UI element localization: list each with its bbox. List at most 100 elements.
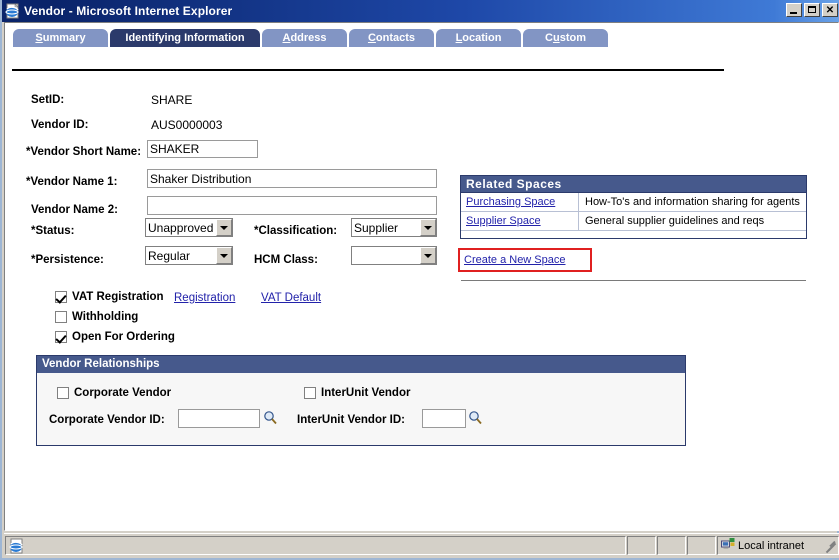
related-spaces-footer [461, 231, 806, 238]
vat-registration-label: VAT Registration [72, 291, 164, 303]
create-new-space-highlight: Create a New Space [458, 248, 592, 272]
status-bar: Local intranet [4, 533, 839, 558]
hcm-class-dropdown[interactable] [351, 246, 437, 265]
registration-link[interactable]: Registration [174, 292, 235, 304]
supplier-space-link[interactable]: Supplier Space [466, 215, 541, 227]
status-label: *Status: [31, 225, 75, 237]
tab-address-label: Address [282, 32, 327, 44]
vendor-name-2-input[interactable] [147, 196, 437, 215]
related-spaces-panel: Related Spaces Purchasing Space How-To's… [460, 175, 807, 239]
related-spaces-header: Related Spaces [461, 176, 806, 193]
status-message-pane [5, 536, 626, 555]
classification-dropdown[interactable]: Supplier [351, 218, 437, 237]
withholding-label: Withholding [72, 311, 139, 323]
vat-registration-checkbox[interactable] [55, 291, 67, 303]
interunit-vendor-id-magnifier-icon[interactable] [468, 410, 483, 425]
vendor-relationships-body: Corporate Vendor InterUnit Vendor Corpor… [37, 373, 685, 445]
hcm-class-label: HCM Class: [254, 254, 318, 266]
corporate-vendor-checkbox[interactable] [57, 387, 69, 399]
tab-contacts-label: Contacts [367, 32, 416, 44]
close-button[interactable]: ✕ [822, 3, 838, 17]
related-space-name-cell: Purchasing Space [461, 192, 579, 212]
status-dropdown[interactable]: Unapproved [145, 218, 233, 237]
corporate-vendor-id-input[interactable] [178, 409, 260, 428]
browser-window: Vendor - Microsoft Internet Explorer ✕ S… [0, 0, 839, 560]
title-bar: Vendor - Microsoft Internet Explorer ✕ [2, 0, 839, 22]
tab-location-label: Location [455, 32, 502, 44]
related-space-description-cell: How-To's and information sharing for age… [585, 196, 800, 208]
browser-client-area: Summary Identifying Information Address … [4, 22, 839, 531]
tab-address[interactable]: Address [261, 28, 348, 47]
corporate-vendor-id-magnifier-icon[interactable] [263, 410, 278, 425]
vendor-name-1-input[interactable] [147, 169, 437, 188]
tab-identifying-information[interactable]: Identifying Information [109, 28, 261, 47]
corporate-vendor-label: Corporate Vendor [74, 387, 172, 399]
classification-value: Supplier [354, 220, 399, 235]
window-title: Vendor - Microsoft Internet Explorer [24, 4, 233, 18]
open-for-ordering-label: Open For Ordering [72, 331, 175, 343]
vendor-name-1-label: *Vendor Name 1: [26, 176, 118, 188]
persistence-chevron-down-icon[interactable] [216, 247, 232, 264]
interunit-vendor-row[interactable]: InterUnit Vendor [304, 387, 410, 399]
maximize-icon [808, 6, 816, 13]
corporate-vendor-row[interactable]: Corporate Vendor [57, 387, 171, 399]
purchasing-space-link[interactable]: Purchasing Space [466, 196, 555, 208]
tab-custom[interactable]: Custom [522, 28, 609, 47]
tab-location[interactable]: Location [435, 28, 522, 47]
tab-strip: Summary Identifying Information Address … [12, 28, 728, 50]
related-spaces-row: Purchasing Space How-To's and informatio… [461, 192, 806, 212]
maximize-button[interactable] [804, 3, 820, 17]
ie-document-icon [5, 3, 21, 19]
ie-status-icon [9, 538, 25, 554]
interunit-vendor-id-label: InterUnit Vendor ID: [297, 414, 405, 426]
interunit-vendor-checkbox[interactable] [304, 387, 316, 399]
security-zone-pane[interactable]: Local intranet [717, 536, 839, 555]
status-pane-3 [657, 536, 686, 555]
status-pane-4 [687, 536, 716, 555]
tab-summary-label: Summary [35, 32, 86, 44]
persistence-label: *Persistence: [31, 254, 104, 266]
create-a-new-space-link[interactable]: Create a New Space [464, 254, 566, 266]
tab-custom-label: Custom [545, 32, 586, 44]
vendor-name-2-label: Vendor Name 2: [31, 204, 118, 216]
security-zone-label: Local intranet [738, 539, 805, 552]
section-divider [461, 280, 806, 281]
vendor-short-name-label: *Vendor Short Name: [26, 146, 142, 158]
setid-label: SetID: [31, 94, 65, 106]
related-spaces-row: Supplier Space General supplier guidelin… [461, 211, 806, 231]
open-for-ordering-checkbox[interactable] [55, 331, 67, 343]
minimize-icon [790, 12, 797, 14]
vendor-id-value: AUS0000003 [151, 118, 223, 132]
persistence-dropdown[interactable]: Regular [145, 246, 233, 265]
setid-value: SHARE [151, 93, 193, 107]
vat-registration-row[interactable]: VAT Registration [55, 291, 164, 303]
tab-contacts[interactable]: Contacts [348, 28, 435, 47]
status-pane-2 [627, 536, 656, 555]
vendor-relationships-group: Vendor Relationships Corporate Vendor In… [36, 355, 686, 446]
corporate-vendor-id-label: Corporate Vendor ID: [49, 414, 165, 426]
vat-default-link[interactable]: VAT Default [261, 292, 321, 304]
withholding-row[interactable]: Withholding [55, 311, 138, 323]
window-controls: ✕ [786, 3, 838, 17]
withholding-checkbox[interactable] [55, 311, 67, 323]
status-value: Unapproved [148, 220, 214, 235]
close-icon: ✕ [825, 4, 835, 16]
resize-grip[interactable] [823, 538, 837, 554]
interunit-vendor-id-input[interactable] [422, 409, 466, 428]
minimize-button[interactable] [786, 3, 802, 17]
vendor-relationships-header: Vendor Relationships [37, 356, 685, 373]
tab-underline [12, 69, 724, 71]
hcm-class-chevron-down-icon[interactable] [420, 247, 436, 264]
status-chevron-down-icon[interactable] [216, 219, 232, 236]
intranet-zone-icon [721, 537, 735, 554]
page-content: Summary Identifying Information Address … [6, 24, 837, 529]
related-space-description-cell: General supplier guidelines and reqs [585, 215, 765, 227]
persistence-value: Regular [148, 248, 191, 263]
open-for-ordering-row[interactable]: Open For Ordering [55, 331, 175, 343]
tab-identifying-information-label: Identifying Information [125, 32, 245, 44]
classification-chevron-down-icon[interactable] [420, 219, 436, 236]
classification-label: *Classification: [254, 225, 338, 237]
related-space-name-cell: Supplier Space [461, 211, 579, 231]
vendor-short-name-input[interactable] [147, 140, 258, 158]
tab-summary[interactable]: Summary [12, 28, 109, 47]
